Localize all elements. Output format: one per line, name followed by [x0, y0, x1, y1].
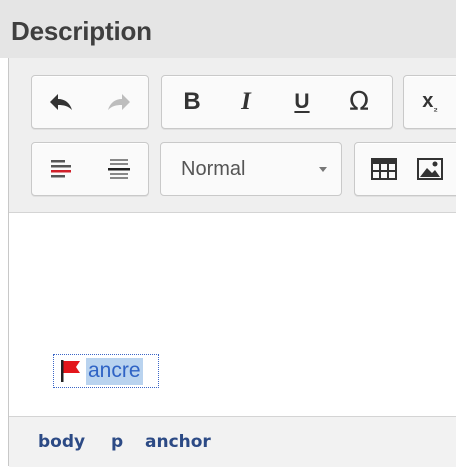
anchor-element[interactable]: ancre: [53, 354, 159, 388]
bold-button[interactable]: B: [166, 76, 218, 128]
subscript-button[interactable]: x₂: [408, 76, 452, 128]
element-path-bar: body p anchor: [9, 416, 456, 467]
undo-button[interactable]: [32, 76, 90, 128]
anchor-text: ancre: [86, 357, 143, 385]
path-item-p[interactable]: p: [111, 432, 123, 452]
image-button[interactable]: [407, 143, 453, 195]
format-dropdown-value: Normal: [181, 158, 246, 180]
path-item-anchor[interactable]: anchor: [145, 432, 211, 452]
redo-icon: [108, 94, 130, 110]
table-button[interactable]: [361, 143, 407, 195]
bold-icon: B: [183, 88, 201, 115]
path-item-body[interactable]: body: [38, 432, 85, 452]
underline-icon: U: [294, 90, 310, 113]
italic-icon: I: [241, 88, 251, 115]
remove-format-icon: [51, 160, 71, 178]
horizontal-rule-button[interactable]: [90, 143, 148, 195]
basic-styles-group: B I U Ω: [161, 75, 393, 129]
undo-icon: [50, 94, 72, 110]
insert-group: [354, 142, 456, 196]
table-icon: [371, 158, 397, 180]
chevron-down-icon: [319, 167, 327, 172]
remove-format-button[interactable]: [32, 143, 90, 195]
redo-button[interactable]: [90, 76, 148, 128]
flag-icon: [61, 360, 80, 382]
editor-content[interactable]: ancre: [9, 213, 456, 413]
image-icon: [417, 158, 443, 180]
rich-text-editor: B I U Ω x₂ Normal ancre body p anchor: [8, 58, 456, 467]
format-dropdown[interactable]: Normal: [160, 142, 342, 196]
underline-button[interactable]: U: [274, 76, 330, 128]
history-group: [31, 75, 149, 129]
subscript-icon: x₂: [422, 90, 438, 114]
format-tools-group: [31, 142, 149, 196]
horizontal-rule-icon: [108, 159, 130, 179]
omega-icon: Ω: [349, 87, 369, 117]
italic-button[interactable]: I: [220, 76, 272, 128]
special-char-button[interactable]: Ω: [330, 76, 388, 128]
field-title: Description: [11, 16, 152, 46]
script-group: x₂: [403, 75, 456, 129]
editor-toolbar: B I U Ω x₂ Normal: [9, 58, 456, 213]
field-header: Description: [0, 0, 456, 58]
